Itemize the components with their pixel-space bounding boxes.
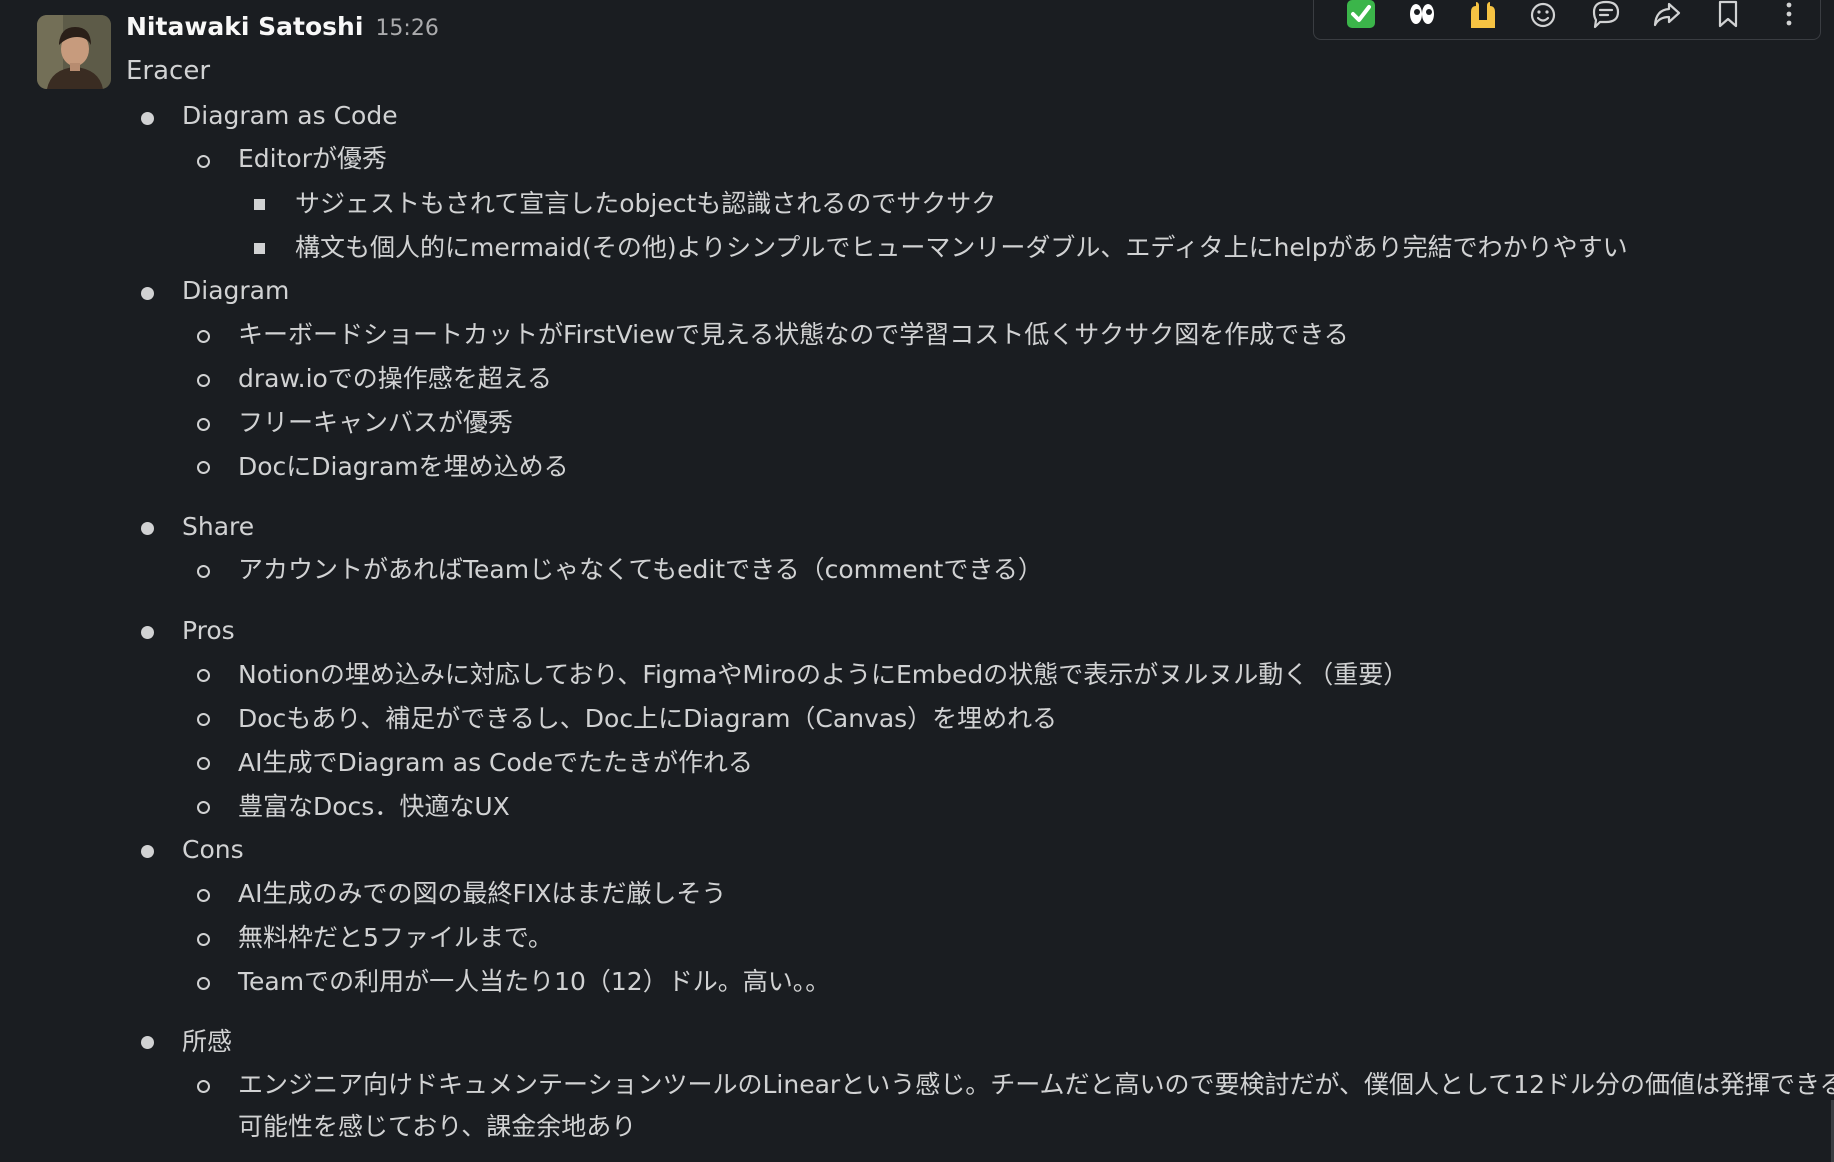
bullet-circle xyxy=(197,889,210,902)
section-label: Share xyxy=(182,512,255,541)
list-item: キーボードショートカットがFirstViewで見える状態なので学習コスト低くサク… xyxy=(238,320,1349,349)
author-name[interactable]: Nitawaki Satoshi xyxy=(126,12,363,41)
list-item: DocにDiagramを埋め込める xyxy=(238,452,569,481)
bullet-circle xyxy=(197,418,210,431)
bullet-square xyxy=(254,243,265,254)
bullet-circle xyxy=(197,374,210,387)
section-label: Pros xyxy=(182,616,235,645)
section-label: Diagram as Code xyxy=(182,101,398,130)
bullet-disc xyxy=(141,845,154,858)
message: Nitawaki Satoshi 15:26 Eracer Diagram as… xyxy=(0,0,1834,1162)
message-intro: Eracer xyxy=(126,56,211,86)
bullet-disc xyxy=(141,112,154,125)
bullet-circle xyxy=(197,330,210,343)
bullet-circle xyxy=(197,977,210,990)
list-item: 無料枠だと5ファイルまで。 xyxy=(238,923,553,952)
avatar[interactable] xyxy=(37,15,111,89)
bullet-circle xyxy=(197,801,210,814)
save-for-later-button[interactable] xyxy=(1698,0,1759,36)
message-header: Nitawaki Satoshi 15:26 xyxy=(126,12,439,48)
list-item: Docもあり、補足ができるし、Doc上にDiagram（Canvas）を埋めれる xyxy=(238,704,1058,733)
bullet-square xyxy=(254,199,265,210)
more-actions-icon xyxy=(1786,2,1792,26)
bullet-disc xyxy=(141,522,154,535)
list-subitem: 構文も個人的にmermaid(その他)よりシンプルでヒューマンリーダブル、エディ… xyxy=(295,233,1628,262)
bullet-circle xyxy=(197,713,210,726)
list-item: AI生成でDiagram as Codeでたたきが作れる xyxy=(238,748,754,777)
bullet-circle xyxy=(197,461,210,474)
list-subitem: サジェストもされて宣言したobjectも認識されるのでサクサク xyxy=(295,189,997,218)
more-actions-button[interactable] xyxy=(1759,0,1820,36)
bullet-disc xyxy=(141,287,154,300)
list-item: アカウントがあればTeamじゃなくてもeditできる（commentできる） xyxy=(238,555,1043,584)
checkmark-emoji-icon xyxy=(1346,0,1375,28)
avatar-photo-icon xyxy=(37,15,111,89)
section-label: 所感 xyxy=(182,1027,233,1056)
list-item: Teamでの利用が一人当たり10（12）ドル。高い。。 xyxy=(238,967,831,996)
reply-in-thread-button[interactable] xyxy=(1575,0,1636,36)
list-item: AI生成のみでの図の最終FIXはまだ厳しそう xyxy=(238,879,727,908)
section-label: Cons xyxy=(182,835,244,864)
reaction-check-button[interactable] xyxy=(1330,0,1391,36)
bullet-circle xyxy=(197,155,210,168)
timestamp[interactable]: 15:26 xyxy=(375,16,438,41)
list-item: Editorが優秀 xyxy=(238,144,387,173)
add-reaction-icon xyxy=(1531,2,1556,28)
share-icon xyxy=(1653,2,1680,27)
bullet-circle xyxy=(197,565,210,578)
share-message-button[interactable] xyxy=(1636,0,1697,36)
reply-in-thread-icon xyxy=(1592,0,1619,29)
list-item: フリーキャンバスが優秀 xyxy=(238,408,514,437)
bullet-circle xyxy=(197,757,210,770)
bullet-circle xyxy=(197,1080,210,1093)
add-reaction-button[interactable] xyxy=(1514,0,1575,36)
list-item: エンジニア向けドキュメンテーションツールのLinearという感じ。チームだと高い… xyxy=(238,1070,1834,1141)
list-item: draw.ioでの操作感を超える xyxy=(238,364,553,393)
raised-hands-emoji-icon xyxy=(1471,2,1496,28)
section-label: Diagram xyxy=(182,276,290,305)
bullet-circle xyxy=(197,669,210,682)
bullet-circle xyxy=(197,933,210,946)
message-actions-toolbar xyxy=(1313,0,1821,40)
reaction-raised-hands-button[interactable] xyxy=(1453,0,1514,36)
list-item: Notionの埋め込みに対応しており、FigmaやMiroのようにEmbedの状… xyxy=(238,660,1409,689)
list-item: 豊富なDocs．快適なUX xyxy=(238,792,510,821)
bullet-disc xyxy=(141,626,154,639)
bullet-disc xyxy=(141,1036,154,1049)
reaction-eyes-button[interactable] xyxy=(1391,0,1452,36)
bookmark-icon xyxy=(1719,0,1738,28)
eyes-emoji-icon xyxy=(1409,4,1434,24)
